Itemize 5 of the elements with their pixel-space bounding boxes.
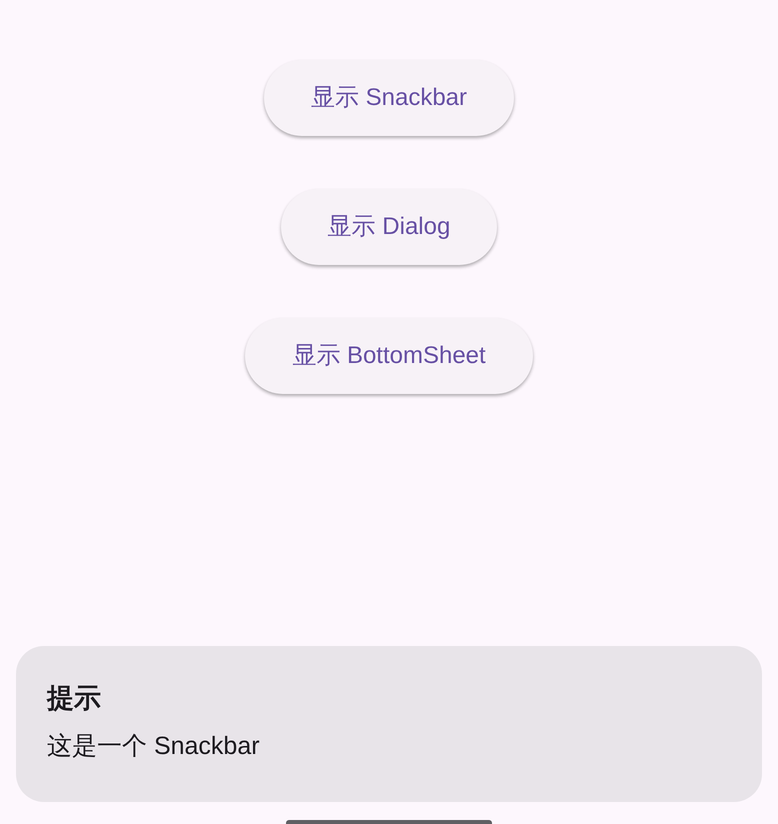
action-button[interactable]: 显示 Snackbar: [264, 60, 514, 136]
snackbar-title: 提示: [47, 682, 101, 715]
action-button[interactable]: 显示 Dialog: [280, 189, 498, 265]
snackbar-message: 这是一个 Snackbar: [47, 731, 260, 762]
action-button[interactable]: 显示 BottomSheet: [245, 318, 533, 394]
